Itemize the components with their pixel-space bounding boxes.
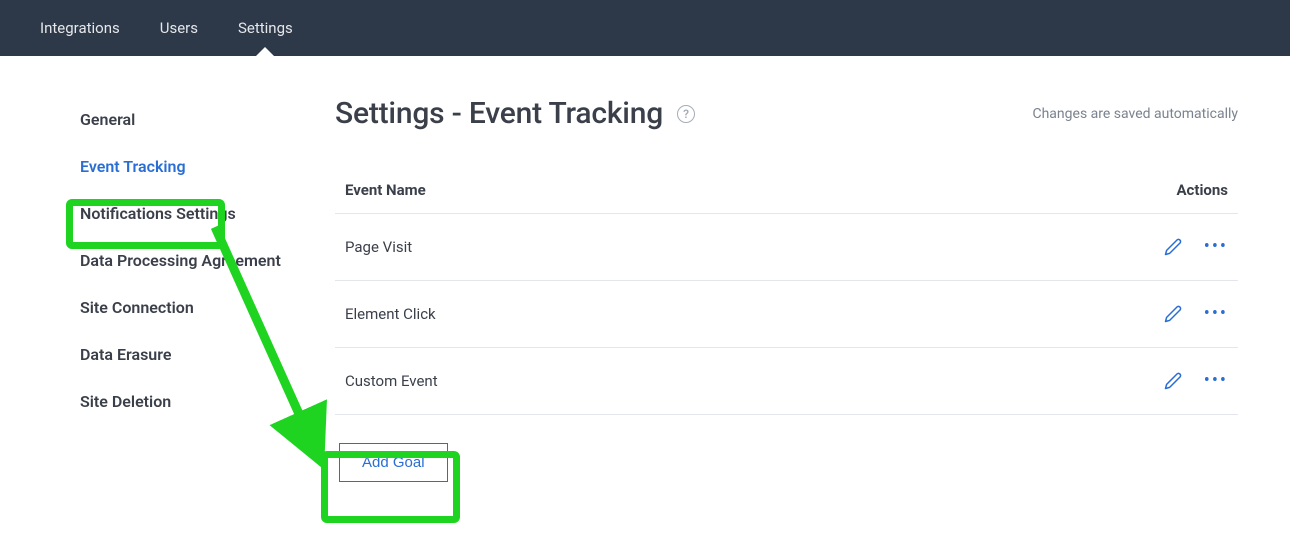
sidebar-item-label: Site Deletion (80, 392, 171, 411)
row-actions: ••• (1164, 305, 1228, 323)
nav-label: Settings (238, 19, 293, 37)
main-area: General Event Tracking Notifications Set… (0, 56, 1290, 482)
event-name: Page Visit (345, 238, 412, 256)
table-header: Event Name Actions (335, 169, 1238, 214)
sidebar-item-site-deletion[interactable]: Site Deletion (68, 378, 295, 425)
sidebar-item-general[interactable]: General (68, 96, 295, 143)
sidebar-item-label: General (80, 110, 135, 129)
edit-icon[interactable] (1164, 238, 1182, 256)
top-nav: Integrations Users Settings (0, 0, 1290, 56)
sidebar-item-event-tracking[interactable]: Event Tracking (68, 143, 295, 190)
event-name: Element Click (345, 305, 436, 323)
row-actions: ••• (1164, 238, 1228, 256)
sidebar-item-data-erasure[interactable]: Data Erasure (68, 331, 295, 378)
table-row: Element Click ••• (335, 281, 1238, 348)
table-row: Page Visit ••• (335, 214, 1238, 281)
sidebar-item-label: Event Tracking (80, 157, 186, 176)
nav-label: Users (160, 19, 198, 37)
nav-label: Integrations (40, 19, 120, 37)
sidebar-item-site-connection[interactable]: Site Connection (68, 284, 295, 331)
edit-icon[interactable] (1164, 372, 1182, 390)
table-row: Custom Event ••• (335, 348, 1238, 415)
col-header-name: Event Name (345, 181, 426, 199)
col-header-actions: Actions (1176, 181, 1228, 199)
more-icon[interactable]: ••• (1204, 238, 1228, 256)
autosave-text: Changes are saved automatically (1032, 106, 1238, 122)
heading-left: Settings - Event Tracking ? (335, 96, 695, 131)
sidebar-item-label: Notifications Settings (80, 204, 236, 223)
content-area: Settings - Event Tracking ? Changes are … (305, 96, 1290, 482)
more-icon[interactable]: ••• (1204, 305, 1228, 323)
events-table: Event Name Actions Page Visit ••• Elemen… (335, 169, 1238, 415)
heading-row: Settings - Event Tracking ? Changes are … (335, 96, 1238, 131)
more-icon[interactable]: ••• (1204, 372, 1228, 390)
button-label: Add Goal (362, 454, 425, 471)
sidebar-item-label: Site Connection (80, 298, 194, 317)
nav-integrations[interactable]: Integrations (20, 0, 140, 56)
nav-users[interactable]: Users (140, 0, 218, 56)
edit-icon[interactable] (1164, 305, 1182, 323)
event-name: Custom Event (345, 372, 438, 390)
sidebar-item-dpa[interactable]: Data Processing Agreement (68, 237, 295, 284)
settings-sidebar: General Event Tracking Notifications Set… (0, 96, 305, 482)
sidebar-item-label: Data Erasure (80, 345, 171, 364)
sidebar-item-notifications[interactable]: Notifications Settings (68, 190, 295, 237)
help-icon[interactable]: ? (677, 105, 695, 123)
nav-settings[interactable]: Settings (218, 0, 313, 56)
page-title: Settings - Event Tracking (335, 96, 663, 131)
sidebar-item-label: Data Processing Agreement (80, 251, 281, 270)
row-actions: ••• (1164, 372, 1228, 390)
add-goal-button[interactable]: Add Goal (339, 443, 448, 482)
